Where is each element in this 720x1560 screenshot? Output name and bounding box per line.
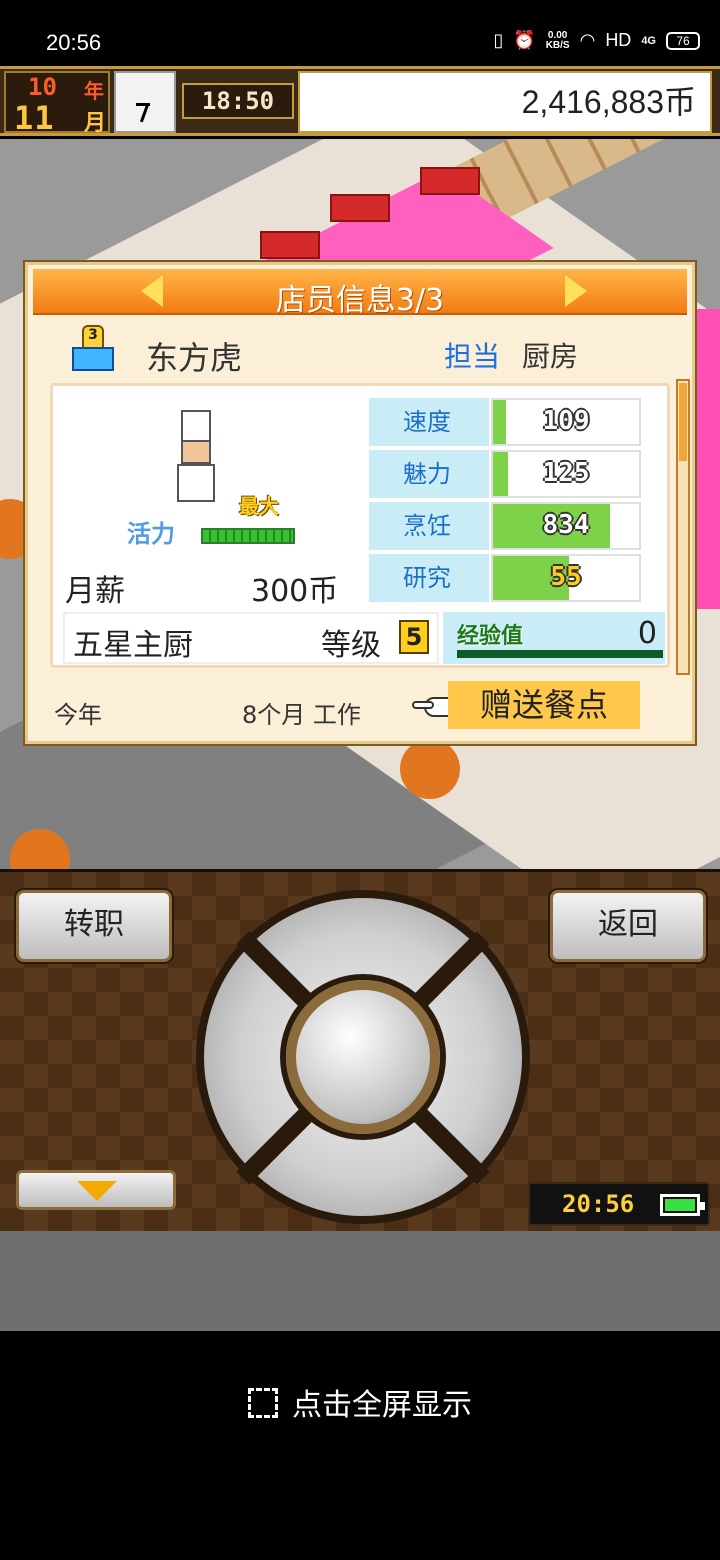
job-change-button[interactable]: 转职 (16, 890, 172, 962)
experience-box: 经验值 0 (443, 612, 665, 664)
signal-icon: 4G (641, 34, 656, 47)
stats-list: 速度 109 魅力 125 烹饪 834 研究 55 (369, 398, 641, 606)
stat-label: 烹饪 (369, 502, 489, 550)
wifi-icon: ◠ (579, 30, 596, 50)
stat-label: 魅力 (369, 450, 489, 498)
stat-cooking: 烹饪 834 (369, 502, 641, 550)
tree (400, 739, 460, 799)
expand-icon (248, 1387, 278, 1418)
device-clock: 20:56 (562, 1190, 635, 1218)
scrollbar[interactable] (676, 379, 690, 675)
net-speed: 0.00 KB/S (545, 29, 570, 51)
status-bar: 20:56 ▯ ⏰ 0.00 KB/S ◠ HD 4G 76 (0, 0, 720, 66)
salary-value: 300币 (251, 574, 339, 609)
rank-row: 五星主厨 等级 5 经验值 0 (63, 612, 665, 664)
gift-meal-button[interactable]: 赠送餐点 (448, 681, 640, 729)
rank-title: 五星主厨 (73, 628, 193, 663)
status-time: 20:56 (46, 30, 102, 55)
stat-value: 834 (542, 510, 590, 540)
employee-name: 东方虎 (146, 339, 243, 377)
fullscreen-label: 点击全屏显示 (292, 1388, 472, 1423)
year-label: 年 (84, 79, 104, 103)
gray-spacer (0, 1231, 720, 1331)
stat-label: 速度 (369, 398, 489, 446)
dpad[interactable] (196, 890, 530, 1224)
virtual-controller: 转职 返回 20:56 (0, 869, 720, 1231)
stat-label: 研究 (369, 554, 489, 602)
vigor-bar (201, 528, 295, 544)
clock-icon (114, 71, 176, 133)
status-icons: ▯ ⏰ 0.00 KB/S ◠ HD 4G 76 (493, 30, 700, 51)
sofa (420, 167, 480, 195)
exp-label: 经验值 (457, 624, 524, 649)
alarm-icon: ⏰ (513, 30, 536, 50)
battery-icon: 76 (666, 31, 700, 50)
role-value: 厨房 (522, 340, 579, 373)
exp-value: 0 (637, 616, 657, 651)
battery-icon (660, 1194, 705, 1216)
sofa (260, 231, 320, 259)
max-label: 最大 (239, 494, 279, 518)
money-display: 2,416,883币 (298, 71, 712, 133)
employee-detail-panel: 最大 活力 月薪 300币 速度 109 魅力 125 烹饪 834 研究 55 (50, 383, 670, 668)
level-label: 等级 (321, 628, 381, 663)
month-label: 月 (84, 111, 107, 136)
chef-avatar (173, 410, 219, 506)
rank-badge-icon: 3 (70, 325, 116, 373)
vigor-label: 活力 (127, 520, 175, 548)
game-top-bar: 10 年 11 月 18:50 2,416,883币 (0, 66, 720, 137)
device-clock-panel: 20:56 (528, 1182, 710, 1226)
next-arrow-icon[interactable] (565, 275, 587, 307)
back-button[interactable]: 返回 (550, 890, 706, 962)
game-time: 18:50 (182, 83, 294, 119)
salary-label: 月薪 (65, 574, 125, 609)
date-panel: 10 年 11 月 (4, 71, 110, 137)
staff-info-dialog: 店员信息3/3 3 东方虎 担当 厨房 最大 活力 月薪 300币 速度 109… (25, 262, 695, 744)
work-months: 8个月 工作 (242, 701, 361, 729)
stat-value: 125 (542, 458, 590, 488)
this-year-label: 今年 (54, 701, 102, 729)
level-value: 5 (399, 620, 429, 654)
hd-label: HD (605, 30, 632, 50)
stat-speed: 速度 109 (369, 398, 641, 446)
sofa (330, 194, 390, 222)
rank-box: 五星主厨 等级 5 (63, 612, 439, 664)
dialog-header: 店员信息3/3 (33, 269, 687, 318)
stat-value: 109 (542, 406, 590, 436)
down-arrow-icon (77, 1181, 117, 1201)
down-button[interactable] (16, 1170, 176, 1210)
exp-bar (457, 650, 663, 658)
dialog-title: 店员信息3/3 (275, 283, 445, 318)
name-row: 3 东方虎 担当 厨房 (68, 323, 668, 383)
role-label: 担当 (444, 340, 501, 373)
stat-value: 55 (550, 562, 582, 592)
stat-charm: 魅力 125 (369, 450, 641, 498)
month-number: 11 (14, 99, 55, 137)
vibrate-icon: ▯ (493, 30, 504, 50)
stat-research: 研究 55 (369, 554, 641, 602)
fullscreen-button[interactable]: 点击全屏显示 (0, 1380, 720, 1424)
dpad-center-button[interactable] (286, 980, 440, 1134)
year-number: 10 (28, 73, 57, 101)
